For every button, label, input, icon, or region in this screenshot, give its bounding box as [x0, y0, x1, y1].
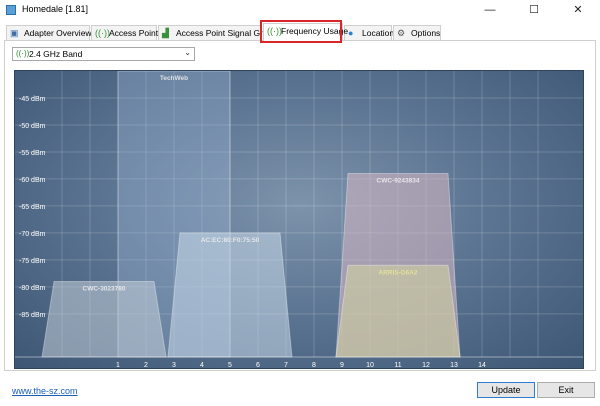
tab-label: Adapter Overview [24, 28, 92, 38]
network-area [335, 264, 461, 358]
frequency-chart: -45 dBm -50 dBm -55 dBm -60 dBm -65 dBm -70 d… [14, 70, 584, 369]
highlight-box [260, 20, 342, 43]
close-button[interactable]: ✕ [556, 0, 600, 20]
x-tick-label: 7 [284, 362, 288, 369]
network-label: TechWeb [160, 75, 188, 82]
y-tick-label: -75 dBm [19, 258, 46, 265]
network-area [41, 280, 167, 358]
band-select-value: 2.4 GHz Band [29, 49, 83, 59]
x-tick-label: 8 [312, 362, 316, 369]
chevron-down-icon: ⌄ [184, 48, 191, 57]
update-button[interactable]: Update [477, 382, 535, 398]
signal-graph-icon: ▟ [162, 28, 169, 38]
tab-label: Options [411, 28, 441, 38]
wifi-signal-icon: ((·)) [95, 28, 110, 38]
app-icon [6, 5, 16, 15]
x-tick-label: 3 [172, 362, 176, 369]
tab-label: Location [362, 28, 395, 38]
y-tick-label: -55 dBm [19, 150, 46, 157]
band-select[interactable]: ((·)) 2.4 GHz Band ⌄ [12, 47, 195, 61]
title-bar: Homedale [1.81] — ☐ ✕ [0, 0, 600, 20]
maximize-button[interactable]: ☐ [512, 0, 556, 20]
x-tick-label: 4 [200, 362, 204, 369]
x-tick-label: 10 [366, 362, 374, 369]
settings-icon: ⚙ [397, 28, 406, 38]
window-title: Homedale [1.81] [22, 4, 89, 14]
y-tick-label: -65 dBm [19, 204, 46, 211]
map-pin-icon: ● [348, 28, 354, 38]
network-adapter-icon: ▣ [10, 28, 19, 38]
network-label: CWC-9243834 [377, 178, 420, 185]
frequency-chart-svg: -45 dBm -50 dBm -55 dBm -60 dBm -65 dBm -70 d… [15, 71, 583, 369]
x-tick-label: 9 [340, 362, 344, 369]
x-tick-label: 6 [256, 362, 260, 369]
x-tick-label: 12 [422, 362, 430, 369]
network-label: ARRIS-D6A2 [378, 269, 417, 276]
x-tick-label: 1 [116, 362, 120, 369]
x-tick-label: 2 [144, 362, 148, 369]
tab-options[interactable]: ⚙ Options [393, 25, 441, 40]
x-tick-label: 5 [228, 362, 232, 369]
exit-button[interactable]: Exit [537, 382, 595, 398]
website-link[interactable]: www.the-sz.com [12, 386, 78, 396]
y-tick-label: -80 dBm [19, 285, 46, 292]
y-tick-label: -85 dBm [19, 312, 46, 319]
network-label: AC:EC:80:F0:75:50 [201, 237, 260, 244]
x-tick-label: 14 [478, 362, 486, 369]
wifi-signal-icon: ((·)) [16, 49, 30, 58]
y-tick-label: -45 dBm [19, 96, 46, 103]
tab-adapter-overview[interactable]: ▣ Adapter Overview [6, 25, 92, 40]
y-tick-label: -50 dBm [19, 123, 46, 130]
y-tick-label: -60 dBm [19, 177, 46, 184]
x-tick-label: 11 [394, 362, 401, 369]
y-tick-label: -70 dBm [19, 231, 46, 238]
network-label: CWC-3023780 [83, 285, 126, 292]
tab-label: Access Points [109, 28, 163, 38]
tab-location[interactable]: ● Location [344, 25, 395, 40]
tab-access-point-signal-graph[interactable]: ▟ Access Point Signal Graph [158, 25, 277, 40]
minimize-button[interactable]: — [468, 0, 512, 20]
network-area [167, 232, 293, 358]
x-tick-label: 13 [450, 362, 458, 369]
tab-access-points[interactable]: ((·)) Access Points [91, 25, 162, 40]
